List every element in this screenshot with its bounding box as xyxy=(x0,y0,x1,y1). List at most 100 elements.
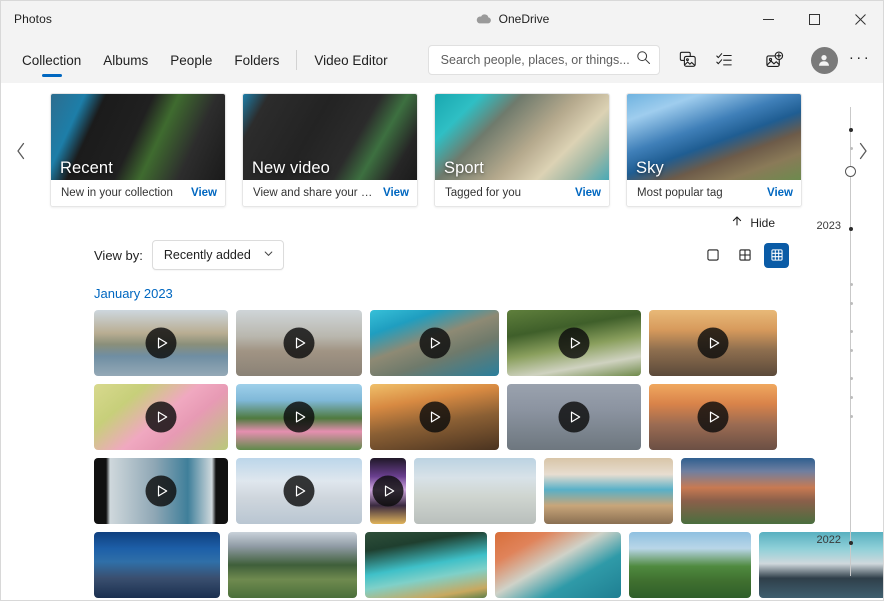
tab-folders-label: Folders xyxy=(234,53,279,68)
hide-button[interactable]: Hide xyxy=(1,214,883,232)
photo-thumbnail[interactable] xyxy=(94,532,220,598)
timeline-track xyxy=(850,107,851,576)
video-thumbnail[interactable] xyxy=(649,310,777,376)
card-description: New in your collection xyxy=(61,187,191,199)
photo-thumbnail[interactable] xyxy=(414,458,536,524)
year-timeline-scrubber[interactable]: 2023 2022 xyxy=(809,95,867,598)
video-thumbnail[interactable] xyxy=(236,310,362,376)
maximize-button[interactable] xyxy=(791,1,837,37)
card-description: Most popular tag xyxy=(637,187,767,199)
window-controls xyxy=(745,1,883,37)
photo-thumbnail[interactable] xyxy=(544,458,673,524)
timeline-anchor-dot xyxy=(849,541,853,545)
close-button[interactable] xyxy=(837,1,883,37)
video-thumbnail[interactable] xyxy=(94,384,228,450)
card-view-link[interactable]: View xyxy=(767,187,793,199)
carousel-cards: Recent New in your collection View New v… xyxy=(41,93,843,207)
nav-tabs: Collection Albums People Folders Video E… xyxy=(11,37,399,83)
timeline-tick-dot xyxy=(850,147,853,150)
card-image: Sport xyxy=(435,94,609,180)
play-icon[interactable] xyxy=(284,402,315,433)
card-image: Recent xyxy=(51,94,225,180)
play-icon[interactable] xyxy=(698,402,729,433)
duplicate-photos-icon[interactable] xyxy=(671,44,705,76)
play-icon[interactable] xyxy=(284,328,315,359)
photo-grid-row xyxy=(94,310,883,376)
photo-thumbnail[interactable] xyxy=(228,532,357,598)
card-view-link[interactable]: View xyxy=(383,187,409,199)
minimize-button[interactable] xyxy=(745,1,791,37)
search-input[interactable] xyxy=(441,53,636,67)
timeline-anchor-dot xyxy=(849,128,853,132)
tab-people[interactable]: People xyxy=(159,37,223,83)
play-icon[interactable] xyxy=(146,476,177,507)
photo-thumbnail[interactable] xyxy=(681,458,815,524)
play-icon[interactable] xyxy=(559,402,590,433)
play-icon[interactable] xyxy=(698,328,729,359)
video-thumbnail[interactable] xyxy=(236,384,362,450)
view-mode-medium[interactable] xyxy=(732,243,757,268)
card-view-link[interactable]: View xyxy=(191,187,217,199)
card-title: New video xyxy=(252,159,330,178)
play-icon[interactable] xyxy=(373,476,404,507)
card-view-link[interactable]: View xyxy=(575,187,601,199)
play-icon[interactable] xyxy=(419,328,450,359)
video-thumbnail[interactable] xyxy=(507,310,641,376)
view-by-dropdown[interactable]: Recently added xyxy=(152,240,284,270)
card-footer: Tagged for you View xyxy=(435,180,609,206)
tab-collection[interactable]: Collection xyxy=(11,37,92,83)
search-box[interactable] xyxy=(428,45,660,75)
chevron-left-icon[interactable] xyxy=(1,93,41,208)
carousel-card-recent[interactable]: Recent New in your collection View xyxy=(50,93,226,207)
carousel-card-sport[interactable]: Sport Tagged for you View xyxy=(434,93,610,207)
tab-active-indicator xyxy=(42,74,62,77)
month-header[interactable]: January 2023 xyxy=(1,270,883,301)
carousel-card-sky[interactable]: Sky Most popular tag View xyxy=(626,93,802,207)
onedrive-label: OneDrive xyxy=(499,12,550,26)
video-thumbnail[interactable] xyxy=(236,458,362,524)
card-footer: View and share your vi... View xyxy=(243,180,417,206)
photo-thumbnail[interactable] xyxy=(365,532,487,598)
tab-video-editor[interactable]: Video Editor xyxy=(303,37,398,83)
title-bar: Photos OneDrive xyxy=(1,1,883,37)
play-icon[interactable] xyxy=(284,476,315,507)
timeline-year-label-2022: 2022 xyxy=(817,534,841,546)
photos-window: Photos OneDrive xyxy=(0,0,884,601)
cloud-icon xyxy=(475,13,492,25)
photo-thumbnail[interactable] xyxy=(629,532,751,598)
video-thumbnail[interactable] xyxy=(370,384,499,450)
see-more-button[interactable]: ··· xyxy=(843,44,877,76)
card-description: Tagged for you xyxy=(445,187,575,199)
view-mode-small[interactable] xyxy=(764,243,789,268)
video-thumbnail[interactable] xyxy=(649,384,777,450)
photo-thumbnail[interactable] xyxy=(495,532,621,598)
photo-grid-row xyxy=(94,532,883,598)
tab-albums[interactable]: Albums xyxy=(92,37,159,83)
timeline-handle[interactable] xyxy=(845,166,856,177)
timeline-year-label-2023: 2023 xyxy=(817,220,841,232)
video-thumbnail[interactable] xyxy=(370,310,499,376)
import-photo-icon[interactable] xyxy=(757,44,791,76)
video-thumbnail[interactable] xyxy=(94,310,228,376)
play-icon[interactable] xyxy=(559,328,590,359)
card-footer: New in your collection View xyxy=(51,180,225,206)
video-thumbnail[interactable] xyxy=(370,458,406,524)
photo-grid-row xyxy=(94,458,883,524)
play-icon[interactable] xyxy=(146,328,177,359)
app-title: Photos xyxy=(14,12,52,26)
timeline-tick-dot xyxy=(850,330,853,333)
carousel-card-new-video[interactable]: New video View and share your vi... View xyxy=(242,93,418,207)
tab-folders[interactable]: Folders xyxy=(223,37,290,83)
timeline-tick-dot xyxy=(850,396,853,399)
card-description: View and share your vi... xyxy=(253,187,383,199)
select-list-icon[interactable] xyxy=(707,44,741,76)
timeline-tick-dot xyxy=(850,415,853,418)
play-icon[interactable] xyxy=(146,402,177,433)
timeline-tick-dot xyxy=(850,283,853,286)
view-mode-single[interactable] xyxy=(700,243,725,268)
video-thumbnail[interactable] xyxy=(94,458,228,524)
search-icon[interactable] xyxy=(636,50,651,70)
account-avatar[interactable] xyxy=(807,44,841,76)
video-thumbnail[interactable] xyxy=(507,384,641,450)
play-icon[interactable] xyxy=(419,402,450,433)
